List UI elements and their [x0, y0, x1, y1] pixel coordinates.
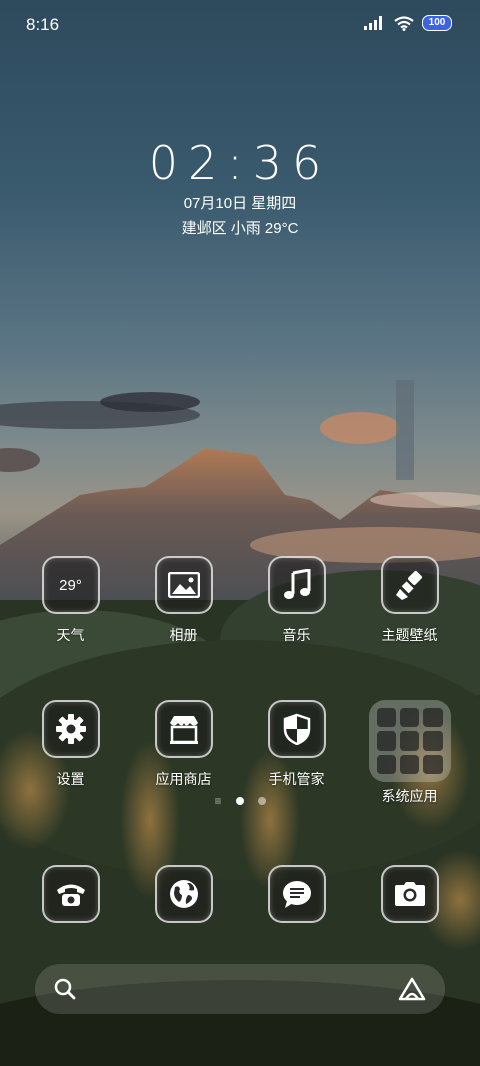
dock-row	[0, 865, 480, 923]
dock-camera[interactable]	[354, 865, 466, 923]
clock-widget-date: 07月10日 星期四	[183, 195, 297, 212]
app-grid: 29° 天气 相册 音乐 主题壁纸 设置 应用商店 手机管家 系统应用	[0, 556, 480, 806]
page-dot-active[interactable]	[235, 797, 244, 805]
app-row-1: 29° 天气 相册 音乐 主题壁纸	[0, 556, 480, 645]
app-weather[interactable]: 29° 天气	[15, 556, 127, 645]
app-label: 相册	[169, 627, 198, 643]
phone-icon[interactable]	[41, 865, 100, 923]
assistant-icon[interactable]	[397, 976, 427, 1002]
brush-icon[interactable]	[380, 556, 439, 614]
search-bar[interactable]	[35, 964, 445, 1014]
app-label: 应用商店	[155, 771, 212, 787]
app-gallery[interactable]: 相册	[128, 556, 240, 645]
app-folder-system[interactable]: 系统应用	[354, 700, 466, 806]
gear-icon[interactable]	[41, 700, 100, 758]
app-label: 音乐	[282, 627, 311, 643]
dock-phone[interactable]	[15, 865, 127, 923]
status-icons: 100	[364, 15, 452, 31]
app-security[interactable]: 手机管家	[241, 700, 353, 806]
app-label: 手机管家	[268, 771, 325, 787]
page-dot[interactable]	[257, 797, 266, 805]
gallery-icon[interactable]	[154, 556, 213, 614]
clock-widget-weather: 建邺区 小雨 29°C	[181, 220, 299, 237]
list-menu-icon[interactable]: ≡	[214, 795, 221, 807]
app-themes[interactable]: 主题壁纸	[354, 556, 466, 645]
app-store[interactable]: 应用商店	[128, 700, 240, 806]
browser-icon[interactable]	[154, 865, 213, 923]
weather-temp: 29°	[59, 576, 82, 594]
music-icon[interactable]	[267, 556, 326, 614]
app-label: 主题壁纸	[381, 627, 438, 643]
store-icon[interactable]	[154, 700, 213, 758]
clock-widget-time[interactable]: 02:36	[0, 136, 480, 190]
status-bar: 8:16 100	[0, 0, 480, 48]
app-label: 天气	[56, 627, 85, 643]
app-row-2: 设置 应用商店 手机管家 系统应用	[0, 700, 480, 806]
app-music[interactable]: 音乐	[241, 556, 353, 645]
battery-indicator: 100	[422, 15, 452, 31]
status-time: 8:16	[26, 15, 60, 34]
shield-icon[interactable]	[267, 700, 326, 758]
wifi-icon	[394, 15, 414, 31]
app-label: 设置	[56, 771, 85, 787]
page-indicator[interactable]: ≡	[0, 795, 480, 807]
dock-messages[interactable]	[241, 865, 353, 923]
dock	[0, 865, 480, 923]
app-settings[interactable]: 设置	[15, 700, 127, 806]
dock-browser[interactable]	[128, 865, 240, 923]
search-icon[interactable]	[53, 977, 77, 1001]
message-icon[interactable]	[267, 865, 326, 923]
folder-icon[interactable]	[368, 700, 451, 782]
camera-icon[interactable]	[380, 865, 439, 923]
weather-app-icon[interactable]: 29°	[41, 556, 100, 614]
signal-icon	[364, 16, 382, 30]
